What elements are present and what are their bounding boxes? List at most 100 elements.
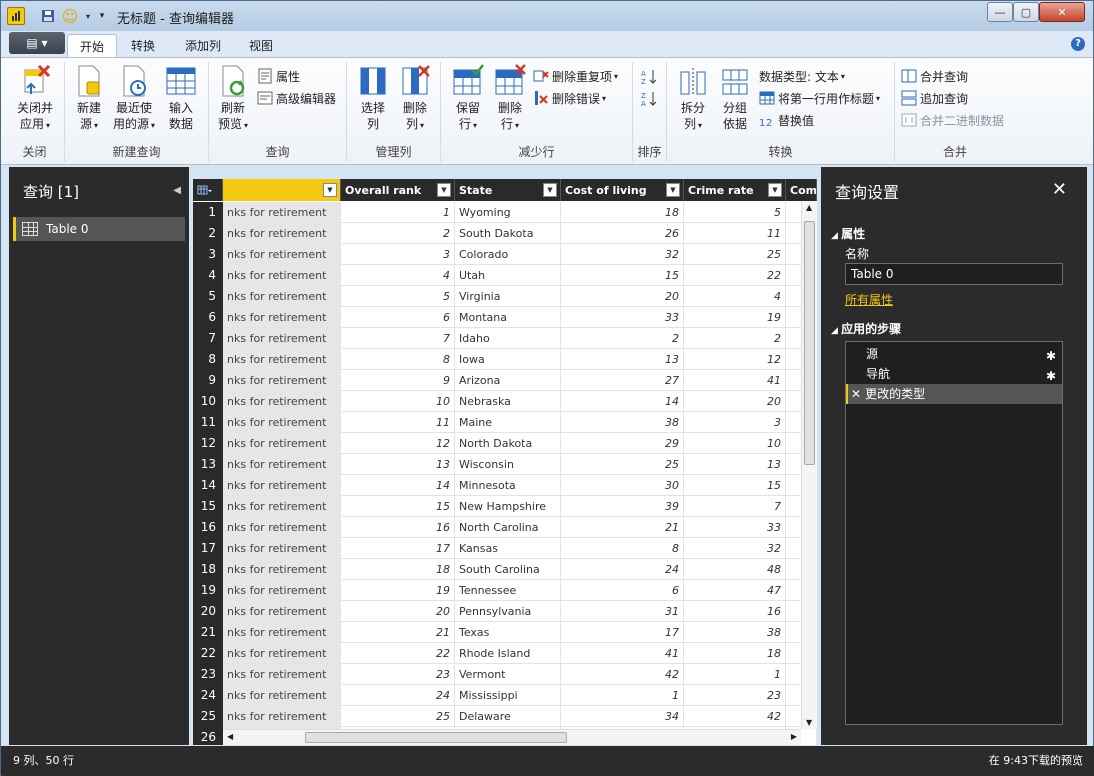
table-cell[interactable]: 33 — [684, 517, 786, 538]
tab-view[interactable]: 视图 — [237, 34, 285, 57]
table-cell[interactable]: 1 — [341, 202, 455, 223]
table-cell[interactable]: Wyoming — [455, 202, 561, 223]
choose-columns-button[interactable]: 选择 列 — [355, 64, 391, 132]
table-cell[interactable]: 16 — [341, 517, 455, 538]
table-cell[interactable]: 23 — [341, 664, 455, 685]
table-cell[interactable]: nks for retirement — [223, 328, 341, 349]
table-cell[interactable]: 32 — [561, 244, 684, 265]
column-header-state[interactable]: State ▼ — [455, 179, 561, 201]
group-by-button[interactable]: 分组 依据 — [715, 64, 755, 132]
table-cell[interactable]: 5 — [684, 202, 786, 223]
table-cell[interactable]: 4 — [684, 286, 786, 307]
table-cell[interactable]: 20 — [561, 286, 684, 307]
table-cell[interactable]: 1 — [561, 685, 684, 706]
remove-errors-button[interactable]: 删除错误 ▾ — [533, 88, 606, 108]
column-header-overall-rank[interactable]: Overall rank ▼ — [341, 179, 455, 201]
table-cell[interactable]: nks for retirement — [223, 559, 341, 580]
merge-queries-button[interactable]: 合并查询 — [901, 66, 968, 86]
row-number[interactable]: 5 — [193, 286, 223, 307]
row-number[interactable]: 10 — [193, 391, 223, 412]
table-cell[interactable]: 26 — [561, 223, 684, 244]
table-cell[interactable]: 22 — [341, 643, 455, 664]
collapse-queries-icon[interactable]: ◀ — [173, 185, 181, 196]
properties-section-header[interactable]: ◢ 属性 — [831, 225, 865, 242]
table-options-menu[interactable] — [193, 179, 223, 201]
table-cell[interactable]: Pennsylvania — [455, 601, 561, 622]
table-cell[interactable]: nks for retirement — [223, 475, 341, 496]
table-cell[interactable]: nks for retirement — [223, 244, 341, 265]
table-cell[interactable]: 20 — [341, 601, 455, 622]
table-cell[interactable]: Nebraska — [455, 391, 561, 412]
app-logo-icon[interactable] — [7, 7, 25, 25]
recent-sources-button[interactable]: 最近使 用的源 ▾ — [111, 64, 157, 134]
step-changed-type[interactable]: ✕ 更改的类型 — [846, 384, 1062, 404]
table-cell[interactable]: 23 — [684, 685, 786, 706]
column-header-1[interactable]: ▼ — [223, 179, 341, 201]
table-cell[interactable]: Delaware — [455, 706, 561, 727]
row-number[interactable]: 22 — [193, 643, 223, 664]
tab-transform[interactable]: 转换 — [119, 34, 167, 57]
table-cell[interactable]: 29 — [561, 433, 684, 454]
table-cell[interactable]: 15 — [341, 496, 455, 517]
table-cell[interactable]: 21 — [341, 622, 455, 643]
help-icon[interactable]: ? — [1071, 37, 1085, 51]
remove-duplicates-button[interactable]: 删除重复项 ▾ — [533, 66, 618, 86]
refresh-preview-button[interactable]: 刷新 预览 ▾ — [211, 64, 255, 134]
column-filter-icon[interactable]: ▼ — [666, 183, 680, 197]
row-number[interactable]: 21 — [193, 622, 223, 643]
table-cell[interactable]: 6 — [341, 307, 455, 328]
gear-icon[interactable]: ✱ — [1046, 366, 1056, 386]
table-cell[interactable]: 13 — [341, 454, 455, 475]
table-cell[interactable]: 11 — [684, 223, 786, 244]
table-cell[interactable]: nks for retirement — [223, 601, 341, 622]
close-window-button[interactable]: ✕ — [1039, 2, 1085, 22]
table-cell[interactable]: nks for retirement — [223, 349, 341, 370]
table-cell[interactable]: nks for retirement — [223, 433, 341, 454]
table-cell[interactable]: Kansas — [455, 538, 561, 559]
table-cell[interactable]: 18 — [684, 643, 786, 664]
use-first-row-as-headers-button[interactable]: 将第一行用作标题 ▾ — [759, 88, 880, 108]
row-number[interactable]: 2 — [193, 223, 223, 244]
table-cell[interactable]: 9 — [341, 370, 455, 391]
table-cell[interactable]: 3 — [684, 412, 786, 433]
table-cell[interactable]: 18 — [341, 559, 455, 580]
table-cell[interactable]: 42 — [561, 664, 684, 685]
close-settings-icon[interactable]: ✕ — [1052, 179, 1067, 200]
remove-rows-button[interactable]: 删除 行 ▾ — [491, 64, 529, 134]
table-cell[interactable]: Wisconsin — [455, 454, 561, 475]
table-cell[interactable]: nks for retirement — [223, 496, 341, 517]
row-number[interactable]: 8 — [193, 349, 223, 370]
step-navigation[interactable]: 导航 ✱ — [846, 364, 1062, 384]
column-header-cost-of-living[interactable]: Cost of living ▼ — [561, 179, 684, 201]
table-cell[interactable]: nks for retirement — [223, 412, 341, 433]
remove-columns-button[interactable]: 删除 列 ▾ — [397, 64, 433, 134]
table-cell[interactable]: 14 — [341, 475, 455, 496]
table-cell[interactable]: 2 — [684, 328, 786, 349]
table-cell[interactable]: 7 — [341, 328, 455, 349]
table-cell[interactable]: 24 — [561, 559, 684, 580]
customize-toolbar-icon[interactable]: ▾ — [93, 7, 111, 25]
table-cell[interactable]: 18 — [561, 202, 684, 223]
table-cell[interactable]: 19 — [341, 580, 455, 601]
horizontal-scroll-thumb[interactable] — [305, 732, 567, 743]
smiley-feedback-icon[interactable]: ☺ — [61, 7, 79, 26]
keep-rows-button[interactable]: 保留 行 ▾ — [449, 64, 487, 134]
gear-icon[interactable]: ✱ — [1046, 346, 1056, 366]
table-cell[interactable]: Texas — [455, 622, 561, 643]
column-filter-icon[interactable]: ▼ — [323, 183, 337, 197]
all-properties-link[interactable]: 所有属性 — [845, 291, 893, 308]
table-cell[interactable]: 11 — [341, 412, 455, 433]
table-cell[interactable]: New Hampshire — [455, 496, 561, 517]
row-number[interactable]: 23 — [193, 664, 223, 685]
table-cell[interactable]: 19 — [684, 307, 786, 328]
table-cell[interactable]: 1 — [684, 664, 786, 685]
table-cell[interactable]: Iowa — [455, 349, 561, 370]
table-cell[interactable]: nks for retirement — [223, 307, 341, 328]
row-number[interactable]: 16 — [193, 517, 223, 538]
table-cell[interactable]: 25 — [684, 244, 786, 265]
table-cell[interactable]: 39 — [561, 496, 684, 517]
table-cell[interactable]: 48 — [684, 559, 786, 580]
enter-data-button[interactable]: 输入 数据 — [161, 64, 201, 132]
table-cell[interactable]: Minnesota — [455, 475, 561, 496]
new-source-button[interactable]: 新建 源 ▾ — [69, 64, 109, 134]
